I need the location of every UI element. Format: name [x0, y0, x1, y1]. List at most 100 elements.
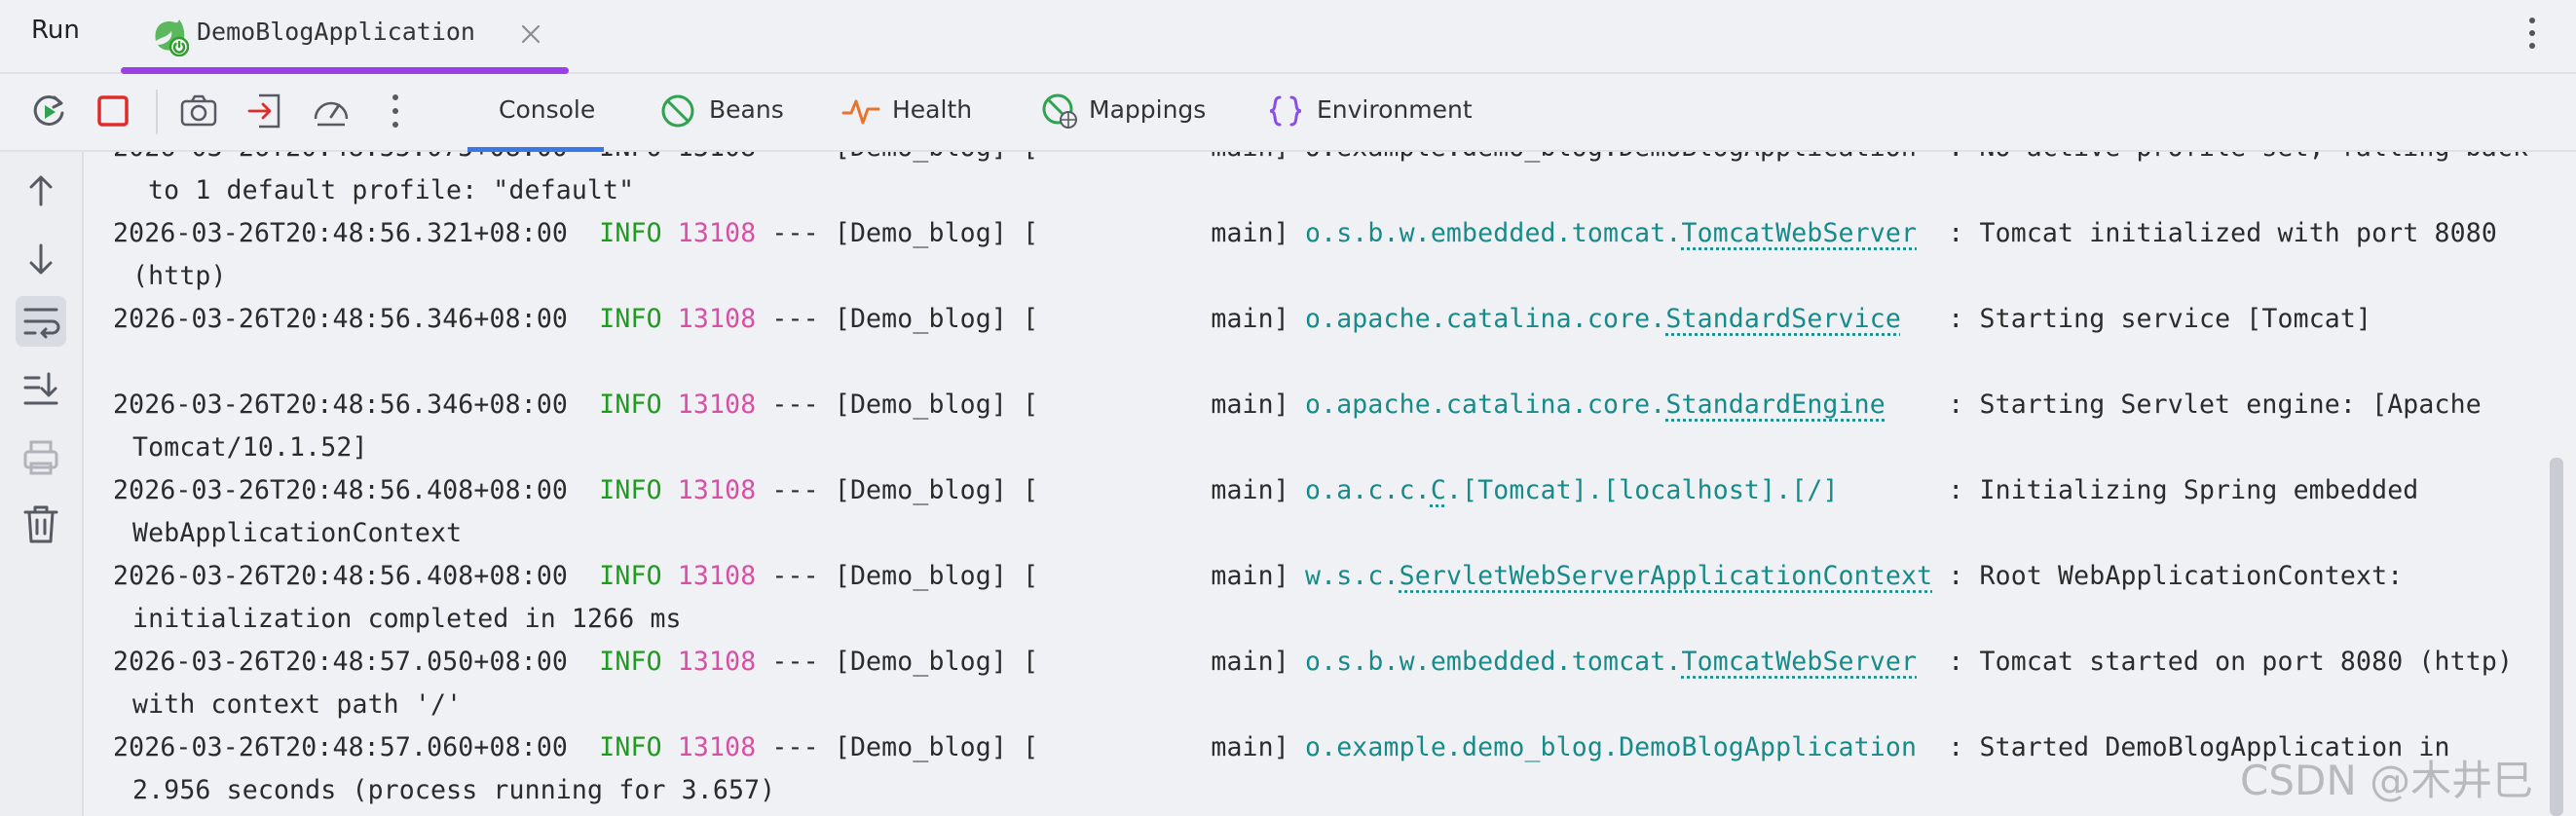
- log-timestamp: 2026-03-26T20:48:56.408+08:00: [113, 475, 569, 505]
- log-line-continuation: initialization completed in 1266 ms: [132, 604, 682, 634]
- close-tab-icon[interactable]: [518, 21, 543, 47]
- log-timestamp: 2026-03-26T20:48:56.346+08:00: [113, 304, 569, 334]
- log-pid: 13108: [677, 389, 757, 420]
- console-output[interactable]: 2026-03-26T20:48:55.075+08:00 INFO 13108…: [84, 152, 2548, 816]
- log-logger-name[interactable]: o.apache.catalina.core.StandardEngine: [1305, 389, 1885, 420]
- run-tool-window-title: Run: [31, 16, 80, 45]
- log-level: INFO: [599, 218, 662, 248]
- top-bar: Run DemoBlogApplication: [0, 0, 2576, 74]
- log-logger-name[interactable]: o.example.demo_blog.DemoBlogApplication: [1305, 732, 1917, 762]
- soft-wrap-icon[interactable]: [16, 296, 66, 347]
- log-line: 2026-03-26T20:48:56.346+08:00 INFO 13108…: [113, 304, 2371, 334]
- log-message: : Root WebApplicationContext:: [1948, 561, 2404, 591]
- scroll-to-end-icon[interactable]: [16, 364, 66, 415]
- log-level: INFO: [599, 304, 662, 334]
- log-line: 2026-03-26T20:48:56.321+08:00 INFO 13108…: [113, 218, 2497, 248]
- profiler-icon[interactable]: [310, 90, 353, 132]
- log-line-continuation: Tomcat/10.1.52]: [132, 432, 368, 463]
- log-line-partial: 2026-03-26T20:48:55.075+08:00 INFO 13108…: [113, 152, 2528, 163]
- tab-console[interactable]: Console: [467, 74, 604, 152]
- log-level: INFO: [599, 475, 662, 505]
- logger-class-link[interactable]: C: [1431, 475, 1446, 505]
- tab-mappings-label: Mappings: [1089, 95, 1207, 124]
- tab-console-label: Console: [499, 95, 596, 124]
- log-message: : Starting Servlet engine: [Apache: [1948, 389, 2482, 420]
- log-timestamp: 2026-03-26T20:48:57.060+08:00: [113, 732, 569, 762]
- active-tab-indicator: [121, 67, 569, 74]
- arrow-down-icon[interactable]: [16, 234, 66, 284]
- log-pid: 13108: [677, 475, 757, 505]
- logger-package: w.s.c.: [1304, 561, 1400, 591]
- log-padding: [1885, 389, 1948, 420]
- log-padding: [1917, 732, 1948, 762]
- log-pid: 13108: [677, 218, 757, 248]
- log-logger-name[interactable]: o.a.c.c.C.[Tomcat].[localhost].[/]: [1305, 475, 1839, 505]
- more-options-icon[interactable]: [2527, 16, 2537, 51]
- log-level: INFO: [599, 732, 662, 762]
- log-logger-name[interactable]: o.apache.catalina.core.StandardService: [1305, 304, 1901, 334]
- log-line-continuation: WebApplicationContext: [132, 518, 463, 548]
- environment-icon: [1269, 95, 1302, 127]
- tab-mappings[interactable]: Mappings: [1040, 74, 1225, 150]
- mappings-icon: [1042, 93, 1077, 129]
- log-timestamp: 2026-03-26T20:48:56.346+08:00: [113, 389, 569, 420]
- logger-class-link[interactable]: TomcatWebServer: [1682, 647, 1918, 677]
- log-padding: [1932, 561, 1948, 591]
- run-config-tab[interactable]: DemoBlogApplication: [121, 0, 569, 74]
- log-message: : Tomcat started on port 8080 (http): [1948, 647, 2514, 677]
- logger-class-link[interactable]: StandardService: [1665, 304, 1901, 334]
- log-line-continuation: with context path '/': [132, 689, 463, 720]
- watermark: CSDN @木井巳: [2240, 757, 2534, 804]
- run-toolbar: Console Beans Health Mappings Environmen…: [0, 74, 2576, 152]
- log-thread: --- [Demo_blog] [ main]: [771, 218, 1289, 248]
- logger-class-link[interactable]: ServletWebServerApplicationContext: [1400, 561, 1933, 591]
- logger-class-link[interactable]: StandardEngine: [1665, 389, 1885, 420]
- log-timestamp: 2026-03-26T20:48:56.321+08:00: [113, 218, 569, 248]
- screenshot-icon[interactable]: [177, 90, 220, 132]
- stop-icon[interactable]: [92, 90, 134, 132]
- tab-health[interactable]: Health: [841, 74, 997, 150]
- log-pid: 13108: [677, 647, 757, 677]
- log-thread: --- [Demo_blog] [ main]: [771, 561, 1289, 591]
- log-timestamp: 2026-03-26T20:48:56.408+08:00: [113, 561, 569, 591]
- log-pid: 13108: [677, 304, 757, 334]
- tab-health-label: Health: [892, 95, 973, 124]
- exit-icon[interactable]: [243, 90, 286, 132]
- log-message: : Starting service [Tomcat]: [1948, 304, 2372, 334]
- logger-package: o.a.c.c.: [1304, 475, 1431, 505]
- log-thread: --- [Demo_blog] [ main]: [771, 732, 1289, 762]
- tab-beans-label: Beans: [709, 95, 784, 124]
- log-thread: --- [Demo_blog] [ main]: [771, 389, 1289, 420]
- trash-icon[interactable]: [16, 499, 66, 549]
- log-line: 2026-03-26T20:48:57.060+08:00 INFO 13108…: [113, 732, 2450, 762]
- logger-package: o.apache.catalina.core.: [1304, 304, 1666, 334]
- more-icon[interactable]: [374, 90, 417, 132]
- beans-icon: [661, 94, 694, 128]
- vertical-scrollbar[interactable]: [2550, 458, 2563, 816]
- tab-beans[interactable]: Beans: [658, 74, 804, 150]
- health-icon: [841, 99, 880, 125]
- log-line-continuation: (http): [132, 261, 227, 291]
- toolbar-separator: [156, 90, 158, 134]
- arrow-up-icon[interactable]: [16, 166, 66, 216]
- log-logger-name[interactable]: o.s.b.w.embedded.tomcat.TomcatWebServer: [1305, 218, 1917, 248]
- log-message: : Initializing Spring embedded: [1948, 475, 2419, 505]
- logger-package: o.s.b.w.embedded.tomcat.: [1304, 647, 1682, 677]
- logger-package: o.s.b.w.embedded.tomcat.: [1304, 218, 1682, 248]
- log-level: INFO: [599, 389, 662, 420]
- tab-environment[interactable]: Environment: [1266, 74, 1490, 150]
- log-thread: --- [Demo_blog] [ main]: [771, 475, 1289, 505]
- log-timestamp: 2026-03-26T20:48:57.050+08:00: [113, 647, 569, 677]
- rerun-icon[interactable]: [27, 90, 70, 132]
- spring-boot-run-icon: [155, 19, 189, 56]
- log-logger-name[interactable]: w.s.c.ServletWebServerApplicationContext: [1305, 561, 1932, 591]
- console-side-toolbar: [0, 152, 84, 816]
- log-line-continuation: to 1 default profile: "default": [148, 175, 635, 205]
- logger-package: o.apache.catalina.core.: [1304, 389, 1666, 420]
- log-thread: --- [Demo_blog] [ main]: [771, 304, 1289, 334]
- log-line: 2026-03-26T20:48:56.408+08:00 INFO 13108…: [113, 561, 2403, 591]
- log-logger-name[interactable]: o.s.b.w.embedded.tomcat.TomcatWebServer: [1305, 647, 1917, 677]
- log-pid: 13108: [677, 732, 757, 762]
- logger-class-link[interactable]: TomcatWebServer: [1682, 218, 1918, 248]
- log-pid: 13108: [677, 561, 757, 591]
